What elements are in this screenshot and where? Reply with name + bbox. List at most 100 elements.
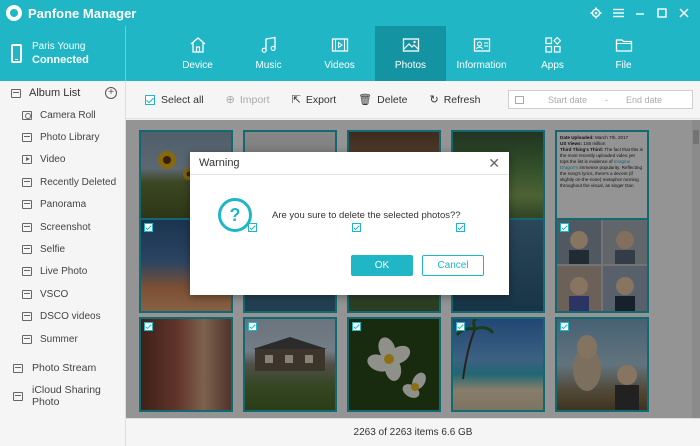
film-icon [331, 38, 348, 52]
export-icon: ⇱ [291, 94, 301, 106]
album-list-header[interactable]: Album List + [0, 82, 125, 104]
trash-icon: 🗑 [358, 94, 373, 106]
sidebar-item-video[interactable]: Video [0, 149, 125, 171]
album-icon [22, 312, 32, 322]
menu-icon[interactable] [610, 5, 626, 21]
app-title: Panfone Manager [28, 5, 137, 21]
date-separator: - [605, 94, 609, 105]
sidebar-item-camera-roll[interactable]: Camera Roll [0, 104, 125, 126]
dialog-close-icon[interactable]: ✕ [488, 155, 500, 172]
sidebar-item-panorama[interactable]: Panorama [0, 194, 125, 216]
title-bar: Panfone Manager [0, 0, 700, 26]
tab-label: Apps [541, 60, 564, 71]
tab-file[interactable]: File [588, 26, 659, 81]
album-icon [22, 289, 32, 299]
delete-button[interactable]: 🗑 Delete [358, 93, 407, 107]
photo-checkbox[interactable] [144, 322, 153, 331]
photo-checkbox[interactable] [352, 223, 361, 232]
photo-checkbox[interactable] [560, 223, 569, 232]
album-icon [11, 88, 21, 98]
tab-label: Information [456, 60, 507, 71]
device-info[interactable]: Paris Young Connected [0, 26, 126, 81]
date-range-filter[interactable]: Start date - End date [508, 90, 693, 109]
music-icon [261, 36, 276, 53]
tab-photos[interactable]: Photos [375, 26, 446, 81]
photo-checkbox[interactable] [456, 223, 465, 232]
import-icon: ⊕ [225, 94, 235, 106]
video-icon [22, 155, 32, 165]
cancel-button[interactable]: Cancel [422, 255, 484, 276]
camera-icon [22, 110, 32, 120]
dialog-header: Warning ✕ [190, 152, 509, 175]
album-icon [22, 200, 32, 210]
sidebar-item-recently-deleted[interactable]: Recently Deleted [0, 171, 125, 193]
export-button[interactable]: ⇱ Export [291, 93, 337, 107]
sidebar-item-vsco[interactable]: VSCO [0, 283, 125, 305]
tab-label: Videos [324, 60, 355, 71]
add-album-icon[interactable]: + [105, 87, 117, 99]
import-button[interactable]: ⊕ Import [225, 93, 270, 107]
sidebar: Album List + Camera Roll Photo Library V… [0, 81, 126, 446]
photo-checkbox[interactable] [248, 223, 257, 232]
question-icon: ? [218, 198, 252, 232]
photo-checkbox[interactable] [248, 322, 257, 331]
photo-checkbox[interactable] [144, 223, 153, 232]
end-date-field[interactable]: End date [626, 95, 662, 105]
window-controls [588, 5, 692, 21]
album-icon [22, 334, 32, 344]
tab-label: File [615, 60, 632, 71]
select-all-checkbox[interactable]: Select all [145, 94, 204, 106]
calendar-icon [515, 95, 524, 104]
sidebar-item-selfie[interactable]: Selfie [0, 238, 125, 260]
sidebar-item-summer[interactable]: Summer [0, 328, 125, 350]
photo-checkbox[interactable] [560, 322, 569, 331]
tab-label: Music [255, 60, 282, 71]
status-bar: 2263 of 2263 items 6.6 GB [126, 418, 700, 446]
device-name: Paris Young [32, 41, 86, 52]
sidebar-item-dsco-videos[interactable]: DSCO videos [0, 306, 125, 328]
checkbox-checked-icon [145, 94, 155, 105]
toolbar: Select all ⊕ Import ⇱ Export 🗑 Delete ↻ … [126, 81, 700, 119]
sidebar-item-photo-stream[interactable]: Photo Stream [0, 354, 125, 382]
photo-checkbox[interactable] [352, 322, 361, 331]
tab-videos[interactable]: Videos [304, 26, 375, 81]
tab-label: Photos [394, 60, 427, 71]
device-status: Connected [32, 54, 89, 66]
album-icon [22, 177, 32, 187]
tab-music[interactable]: Music [233, 26, 304, 81]
tab-information[interactable]: Information [446, 26, 517, 81]
album-icon [22, 267, 32, 277]
ok-button[interactable]: OK [351, 255, 413, 276]
sidebar-item-screenshot[interactable]: Screenshot [0, 216, 125, 238]
maximize-icon[interactable] [654, 5, 670, 21]
sidebar-item-icloud-sharing[interactable]: iCloud Sharing Photo [0, 382, 125, 410]
apps-grid-icon [544, 36, 561, 53]
sidebar-item-live-photo[interactable]: Live Photo [0, 261, 125, 283]
app-logo-icon [6, 5, 22, 21]
refresh-button[interactable]: ↻ Refresh [429, 93, 481, 107]
sidebar-item-photo-library[interactable]: Photo Library [0, 126, 125, 148]
phone-icon [11, 44, 22, 63]
refresh-icon: ↻ [429, 94, 439, 106]
album-icon [22, 245, 32, 255]
tab-device[interactable]: Device [162, 26, 233, 81]
dialog-message: Are you sure to delete the selected phot… [272, 210, 461, 221]
main-tabs: Device Music Videos Photos Information A… [162, 26, 659, 81]
minimize-icon[interactable] [632, 5, 648, 21]
gear-icon[interactable] [588, 5, 604, 21]
image-icon [402, 38, 419, 52]
album-icon [22, 222, 32, 232]
close-icon[interactable] [676, 5, 692, 21]
start-date-field[interactable]: Start date [548, 95, 587, 105]
album-list-label: Album List [29, 87, 81, 99]
photo-library-icon [22, 133, 32, 143]
home-icon [190, 37, 205, 53]
folder-icon [615, 39, 632, 52]
main-header: Paris Young Connected Device Music Video… [0, 26, 700, 81]
tab-label: Device [182, 60, 213, 71]
tab-apps[interactable]: Apps [517, 26, 588, 81]
photo-checkbox[interactable] [456, 322, 465, 331]
contact-card-icon [473, 38, 490, 52]
photo-stream-icon [13, 363, 23, 373]
dialog-title: Warning [199, 157, 240, 169]
